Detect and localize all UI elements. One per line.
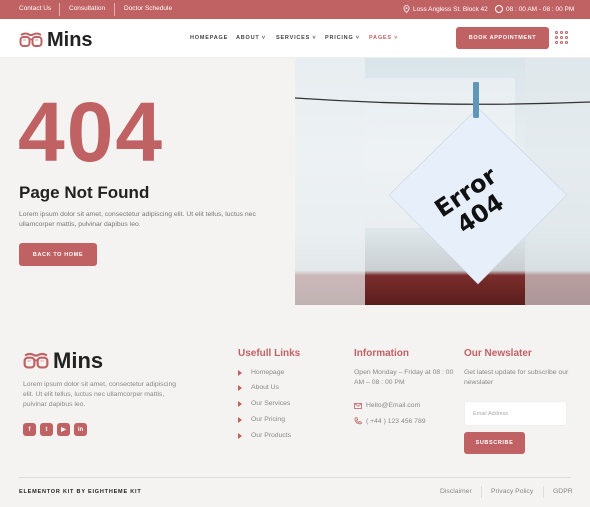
nav-homepage[interactable]: HOMEPAGE	[190, 35, 228, 41]
newsletter-title: Our Newslater	[464, 348, 532, 359]
divider	[19, 477, 571, 478]
footer-link-about[interactable]: About Us	[238, 384, 279, 391]
arrow-right-icon	[238, 416, 242, 423]
site-header: Mins HOMEPAGE ABOUT ˅ SERVICES ˅ PRICING…	[0, 19, 590, 58]
arrow-right-icon	[238, 400, 242, 407]
divider	[59, 3, 60, 16]
information-title: Information	[354, 348, 409, 359]
divider	[481, 486, 482, 498]
footer-link-services[interactable]: Our Services	[238, 400, 290, 407]
subscribe-button[interactable]: SUBSCRIBE	[464, 432, 525, 454]
brand-logo[interactable]: Mins	[19, 29, 93, 52]
privacy-policy-link[interactable]: Privacy Policy	[491, 488, 533, 495]
nav-services[interactable]: SERVICES ˅	[276, 35, 316, 41]
useful-links-title: Usefull Links	[238, 348, 301, 359]
footer-brand-name: Mins	[53, 348, 104, 373]
topbar-link-schedule[interactable]: Doctor Schedule	[124, 5, 172, 12]
topbar-address: Loss Angless St. Block 42	[403, 5, 488, 13]
topbar-link-contact[interactable]: Contact Us	[19, 5, 51, 12]
topbar-hours: 08 : 00 AM - 08 : 00 PM	[495, 5, 574, 13]
nav-about[interactable]: ABOUT ˅	[236, 35, 266, 41]
sticky-note-illustration	[295, 58, 590, 305]
address-text: Loss Angless St. Block 42	[413, 5, 488, 13]
hero-description: Lorem ipsum dolor sit amet, consectetur …	[19, 211, 256, 228]
divider	[114, 3, 115, 16]
nav-pages[interactable]: PAGES ˅	[369, 35, 398, 41]
glasses-logo-icon	[23, 352, 49, 369]
grid-menu-icon[interactable]	[555, 31, 568, 44]
nav-pricing[interactable]: PRICING ˅	[325, 35, 360, 41]
footer-email[interactable]: Hello@Email.com	[354, 402, 420, 409]
hours-text: 08 : 00 AM - 08 : 00 PM	[506, 5, 575, 13]
brand-name: Mins	[47, 29, 93, 51]
glasses-logo-icon	[19, 32, 43, 47]
disclaimer-link[interactable]: Disclaimer	[440, 488, 472, 495]
book-appointment-button[interactable]: BOOK APPOINTMENT	[456, 27, 549, 49]
footer-credit: ELEMENTOR KIT BY EIGHTHEME KIT	[19, 489, 142, 495]
youtube-icon[interactable]: ▶	[57, 423, 70, 436]
footer-logo[interactable]: Mins	[23, 348, 103, 374]
footer-link-homepage[interactable]: Homepage	[238, 369, 284, 376]
facebook-icon[interactable]: f	[23, 423, 36, 436]
gdpr-link[interactable]: GDPR	[553, 488, 573, 495]
error-code: 404	[18, 85, 165, 179]
arrow-right-icon	[238, 432, 242, 439]
twitter-icon[interactable]: t	[40, 423, 53, 436]
footer-about-text: Lorem ipsum dolor sit amet, consectetur …	[23, 381, 176, 408]
divider	[543, 486, 544, 498]
mail-icon	[354, 402, 362, 409]
arrow-right-icon	[238, 369, 242, 376]
linkedin-icon[interactable]: in	[74, 423, 87, 436]
page-title: Page Not Found	[19, 183, 150, 202]
topbar-link-consultation[interactable]: Consultation	[69, 5, 105, 12]
footer-link-products[interactable]: Our Products	[238, 432, 291, 439]
back-to-home-button[interactable]: BACK TO HOME	[19, 243, 97, 266]
arrow-right-icon	[238, 384, 242, 391]
footer-phone[interactable]: ( +44 ) 123 456 789	[354, 417, 426, 425]
email-field[interactable]: Email Address	[464, 401, 567, 426]
newsletter-text: Get latest update for subscribe our news…	[464, 369, 569, 386]
top-bar: Contact Us Consultation Doctor Schedule …	[0, 0, 590, 19]
footer-link-pricing[interactable]: Our Pricing	[238, 416, 285, 423]
phone-icon	[354, 417, 362, 425]
location-pin-icon	[403, 5, 410, 13]
opening-hours-text: Open Monday – Friday at 08 : 00 AM – 08 …	[354, 369, 454, 386]
clock-icon	[495, 5, 503, 13]
error-note-image: Error 404	[295, 58, 590, 305]
